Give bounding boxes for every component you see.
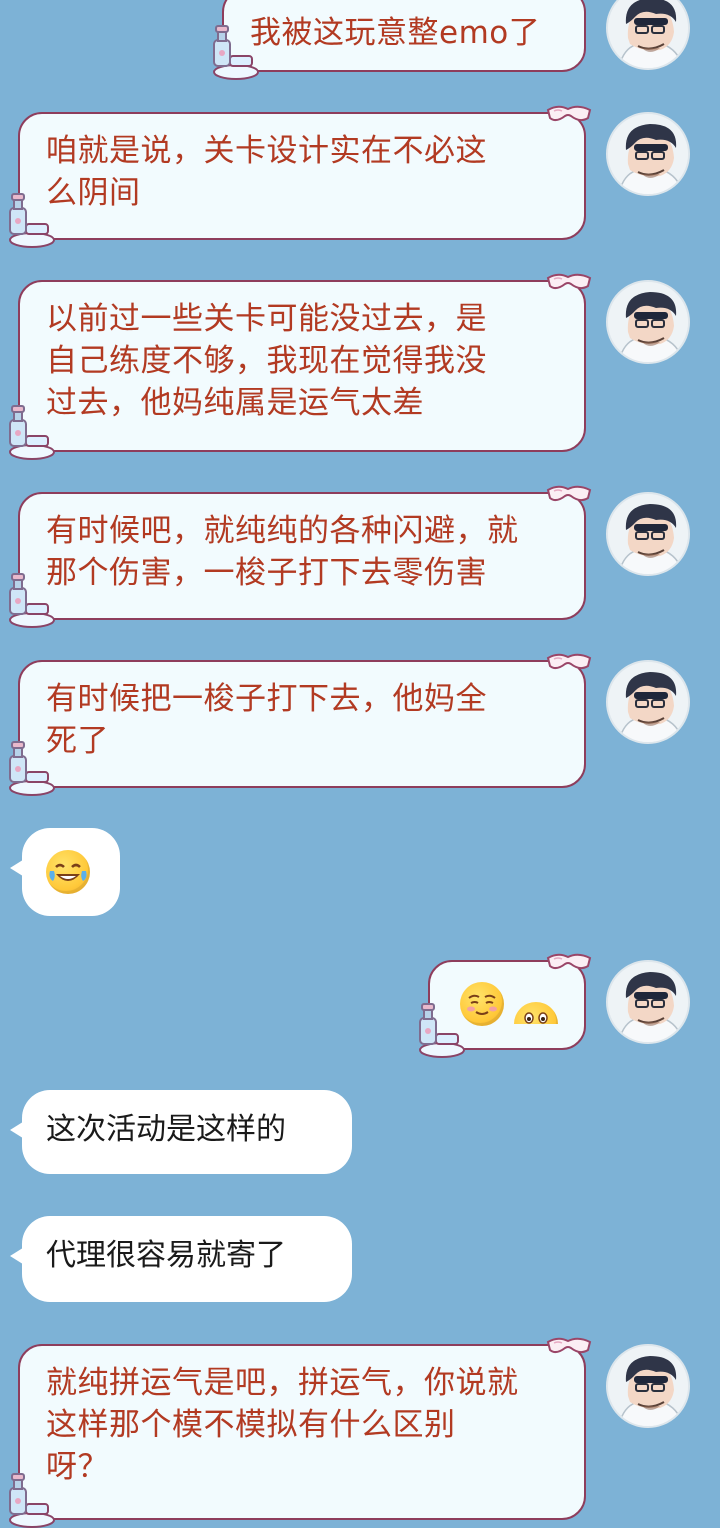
potion-bottle-icon: [4, 738, 56, 796]
message-line: 咱就是说，关卡设计实在不必这: [46, 133, 487, 169]
message-line: 死了: [46, 723, 109, 759]
avatar[interactable]: [606, 280, 690, 364]
message-line: 呀？: [46, 1449, 109, 1485]
message-text: 这次活动是这样的: [46, 1112, 286, 1147]
message-line: 就纯拼运气是吧，拼运气，你说就: [46, 1365, 519, 1401]
goggles-icon: [546, 102, 592, 124]
avatar-icon: [608, 114, 690, 196]
message-line: 那个伤害，一梭子打下去零伤害: [46, 555, 487, 591]
message-text: 代理很容易就寄了: [46, 1238, 286, 1273]
potion-bottle-icon: [4, 570, 56, 628]
goggles-icon: [546, 1334, 592, 1356]
avatar-icon: [608, 0, 690, 70]
avatar[interactable]: [606, 112, 690, 196]
potion-bottle-icon: [414, 1000, 466, 1058]
potion-bottle-icon: [208, 22, 260, 80]
potion-bottle-icon: [4, 190, 56, 248]
goggles-icon: [546, 270, 592, 292]
avatar[interactable]: [606, 1344, 690, 1428]
message-line: 过去，他妈纯属是运气太差: [46, 385, 424, 421]
message-line: 么阴间: [46, 175, 141, 211]
potion-bottle-icon: [4, 1470, 56, 1528]
avatar-icon: [608, 494, 690, 576]
my-message-bubble[interactable]: 就纯拼运气是吧，拼运气，你说就 这样那个模不模拟有什么区别 呀？: [18, 1344, 586, 1520]
avatar[interactable]: [606, 492, 690, 576]
my-message-bubble[interactable]: 以前过一些关卡可能没过去，是 自己练度不够，我现在觉得我没 过去，他妈纯属是运气…: [18, 280, 586, 452]
peeking-icon: [524, 1012, 548, 1024]
goggles-icon: [546, 482, 592, 504]
my-message-bubble[interactable]: 有时候把一梭子打下去，他妈全 死了: [18, 660, 586, 788]
my-message-bubble[interactable]: [428, 960, 586, 1050]
tears-of-joy-emoji: [46, 850, 90, 894]
avatar-icon: [608, 282, 690, 364]
tears-of-joy-icon: [49, 863, 87, 881]
avatar-icon: [608, 962, 690, 1044]
other-message-bubble[interactable]: [10, 828, 120, 916]
shy-smile-icon: [467, 994, 497, 1015]
avatar-icon: [608, 662, 690, 744]
goggles-icon: [546, 950, 592, 972]
goggles-icon: [546, 650, 592, 672]
shy-smile-emoji: [460, 982, 504, 1026]
my-message-bubble[interactable]: 我被这玩意整emo了: [222, 0, 586, 72]
message-line: 有时候把一梭子打下去，他妈全: [46, 681, 487, 717]
message-line: 这样那个模不模拟有什么区别: [46, 1407, 456, 1443]
avatar[interactable]: [606, 0, 690, 70]
message-line: 自己练度不够，我现在觉得我没: [46, 343, 487, 379]
my-message-bubble[interactable]: 有时候吧，就纯纯的各种闪避，就 那个伤害，一梭子打下去零伤害: [18, 492, 586, 620]
my-message-bubble[interactable]: 咱就是说，关卡设计实在不必这 么阴间: [18, 112, 586, 240]
other-message-bubble[interactable]: 这次活动是这样的: [10, 1090, 352, 1174]
message-line: 有时候吧，就纯纯的各种闪避，就: [46, 513, 519, 549]
potion-bottle-icon: [4, 402, 56, 460]
message-text: 我被这玩意整emo了: [250, 15, 541, 51]
other-message-bubble[interactable]: 代理很容易就寄了: [10, 1216, 352, 1302]
message-line: 以前过一些关卡可能没过去，是: [46, 301, 487, 337]
avatar[interactable]: [606, 660, 690, 744]
avatar-icon: [608, 1346, 690, 1428]
peeking-emoji: [514, 1002, 558, 1024]
avatar[interactable]: [606, 960, 690, 1044]
chat-area[interactable]: 我被这玩意整emo了 咱就是说，关卡设计实在不必这 么阴间 以前过一些关卡可能没…: [0, 0, 720, 1504]
